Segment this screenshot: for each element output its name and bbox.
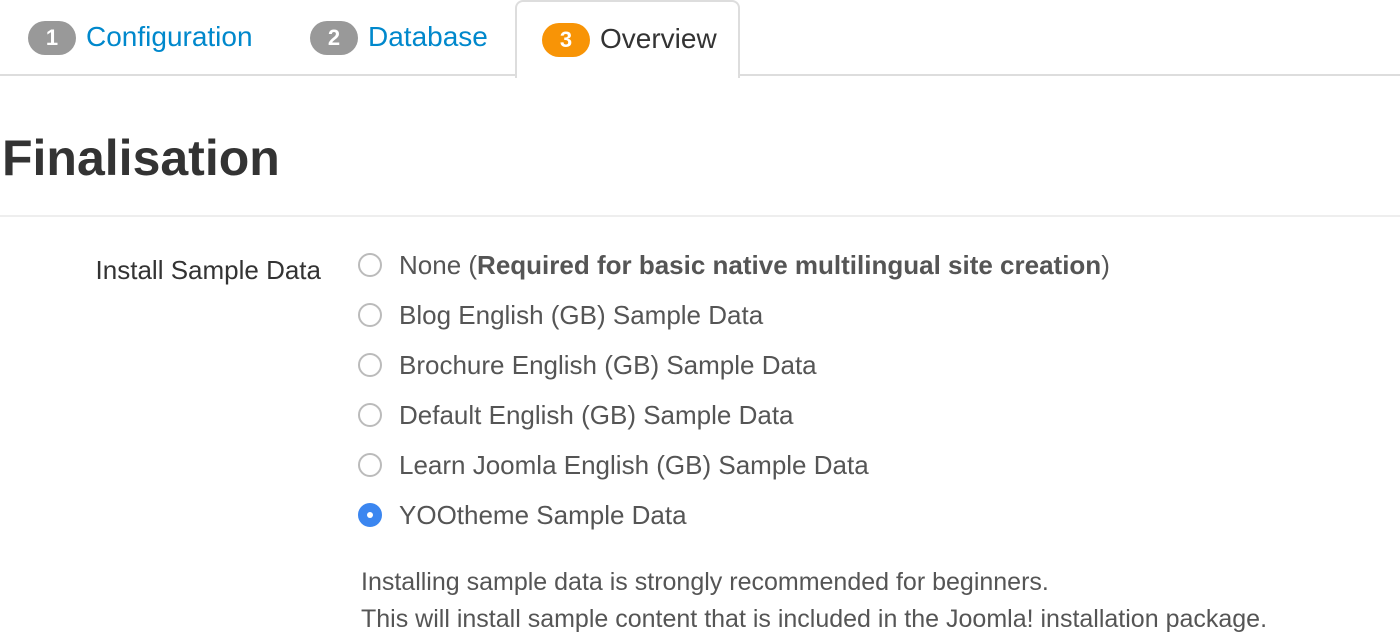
- sample-data-option-default[interactable]: Default English (GB) Sample Data: [358, 390, 1110, 440]
- radio-button[interactable]: [358, 353, 382, 377]
- option-label[interactable]: YOOtheme Sample Data: [399, 497, 687, 533]
- radio-button[interactable]: [358, 403, 382, 427]
- option-label[interactable]: Blog English (GB) Sample Data: [399, 297, 763, 333]
- installer-page: 1 Configuration 2 Database 3 Overview Fi…: [0, 0, 1400, 639]
- sample-data-radio-group: None (Required for basic native multilin…: [358, 240, 1110, 540]
- tab-label[interactable]: Database: [368, 21, 488, 53]
- step-number-badge: 1: [28, 21, 76, 55]
- sample-data-option-brochure[interactable]: Brochure English (GB) Sample Data: [358, 340, 1110, 390]
- help-text-line: Installing sample data is strongly recom…: [361, 568, 1049, 596]
- help-text-line: This will install sample content that is…: [361, 605, 1268, 633]
- option-label[interactable]: Learn Joomla English (GB) Sample Data: [399, 447, 869, 483]
- radio-button-checked[interactable]: [358, 503, 382, 527]
- tab-configuration[interactable]: 1 Configuration: [28, 0, 253, 76]
- option-label[interactable]: Default English (GB) Sample Data: [399, 397, 794, 433]
- installer-steps-tabs: 1 Configuration 2 Database 3 Overview: [0, 0, 1400, 78]
- sample-data-option-none[interactable]: None (Required for basic native multilin…: [358, 240, 1110, 290]
- install-sample-data-label: Install Sample Data: [95, 255, 321, 285]
- option-label[interactable]: None (Required for basic native multilin…: [399, 247, 1110, 283]
- tab-label[interactable]: Configuration: [86, 21, 253, 53]
- tab-overview[interactable]: 3 Overview: [515, 0, 740, 78]
- radio-button[interactable]: [358, 253, 382, 277]
- radio-button[interactable]: [358, 303, 382, 327]
- sample-data-help-text: Installing sample data is strongly recom…: [361, 564, 1267, 638]
- divider: [0, 215, 1400, 217]
- page-title: Finalisation: [2, 130, 280, 186]
- sample-data-option-blog[interactable]: Blog English (GB) Sample Data: [358, 290, 1110, 340]
- sample-data-option-yootheme[interactable]: YOOtheme Sample Data: [358, 490, 1110, 540]
- sample-data-option-learn-joomla[interactable]: Learn Joomla English (GB) Sample Data: [358, 440, 1110, 490]
- tab-database[interactable]: 2 Database: [310, 0, 488, 76]
- option-label[interactable]: Brochure English (GB) Sample Data: [399, 347, 817, 383]
- tab-label: Overview: [600, 23, 717, 54]
- step-number-badge: 3: [542, 23, 590, 57]
- step-number-badge: 2: [310, 21, 358, 55]
- radio-button[interactable]: [358, 453, 382, 477]
